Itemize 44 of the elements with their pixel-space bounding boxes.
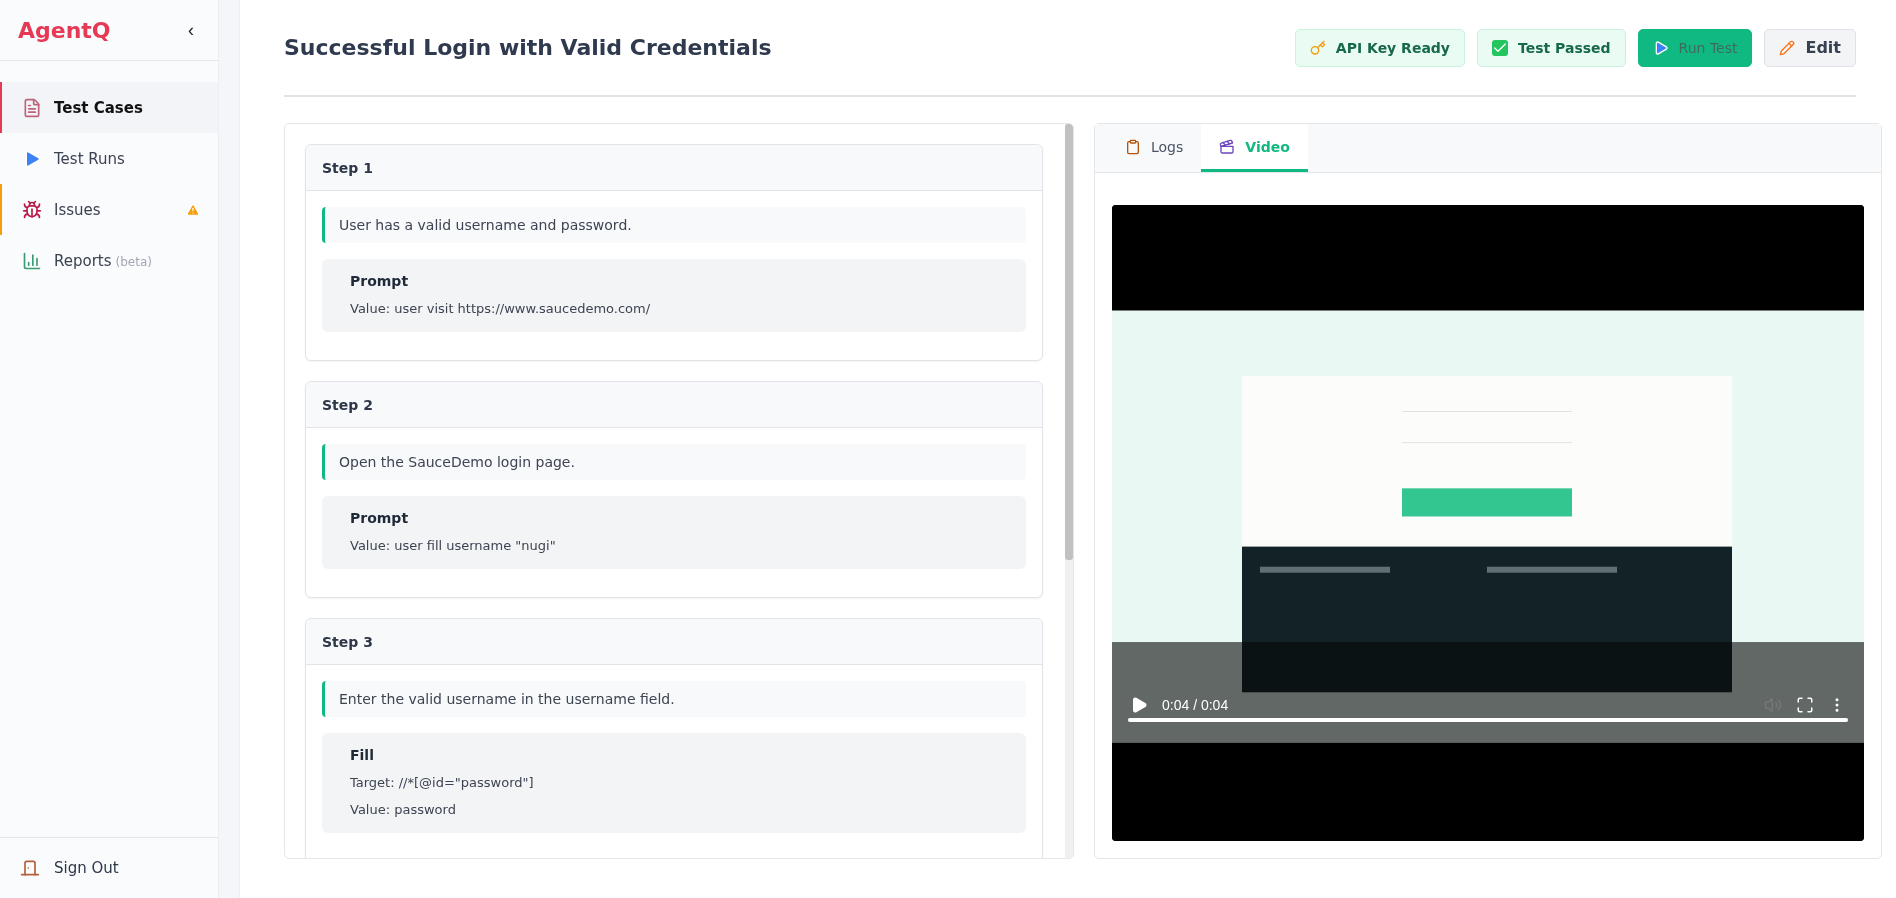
warning-icon <box>186 202 200 217</box>
collapse-button[interactable]: ‹ <box>182 17 200 43</box>
action-title: Prompt <box>350 510 410 526</box>
sign-out-link[interactable]: Sign Out <box>20 858 119 878</box>
play-icon[interactable] <box>1130 696 1148 714</box>
scrollbar-thumb[interactable] <box>1065 124 1073 560</box>
action-detail: Target: //*[@id="password"] <box>350 775 535 790</box>
bug-icon <box>22 199 42 220</box>
action-title: Prompt <box>350 273 410 289</box>
sidebar-item-label: Reports (beta) <box>54 251 153 270</box>
action-detail: Value: password <box>350 802 457 817</box>
action-title: Fill <box>350 747 375 763</box>
step-description: Enter the valid username in the username field. <box>322 681 1026 717</box>
fullscreen-icon[interactable] <box>1796 696 1814 714</box>
tab[interactable]: Logs <box>1107 124 1202 172</box>
sidebar-item[interactable]: Reports (beta) <box>0 235 218 286</box>
action-detail: Value: user visit https://www.saucedemo.com/ <box>350 301 652 316</box>
sidebar-item-label: Test Runs <box>54 149 126 168</box>
door-icon <box>20 858 40 878</box>
edit-button[interactable]: Edit <box>1764 28 1856 67</box>
sidebar-item-label: Issues <box>54 200 102 219</box>
bar-chart-icon <box>22 250 42 271</box>
action-detail: Value: user fill username "nugi" <box>350 538 557 553</box>
sidebar-item[interactable]: Test Cases <box>0 82 218 133</box>
notepad-icon <box>22 97 42 118</box>
page-title: Successful Login with Valid Credentials <box>284 35 772 60</box>
pencil-icon <box>1779 39 1796 56</box>
status-button[interactable]: Test Passed <box>1477 28 1626 67</box>
step-description: Open the SauceDemo login page. <box>322 444 1026 480</box>
sidebar-item-label: Test Cases <box>54 98 144 117</box>
status-button[interactable]: API Key Ready <box>1294 28 1465 67</box>
sidebar-item[interactable]: Issues <box>0 184 218 235</box>
checkbox-icon <box>1492 39 1508 56</box>
step-description: User has a valid username and password. <box>322 207 1026 243</box>
sidebar-item[interactable]: Test Runs <box>0 133 218 184</box>
clipboard-icon <box>1125 138 1141 155</box>
video-player[interactable]: 0:04 / 0:04 <box>1112 205 1864 841</box>
logo: AgentQ <box>18 17 111 43</box>
clapperboard-icon <box>1219 138 1236 155</box>
key-icon <box>1309 39 1326 56</box>
video-time: 0:04 / 0:04 <box>1162 697 1230 713</box>
step-title: Step 3 <box>306 619 1042 665</box>
step-title: Step 2 <box>306 382 1042 428</box>
step-title: Step 1 <box>306 145 1042 191</box>
